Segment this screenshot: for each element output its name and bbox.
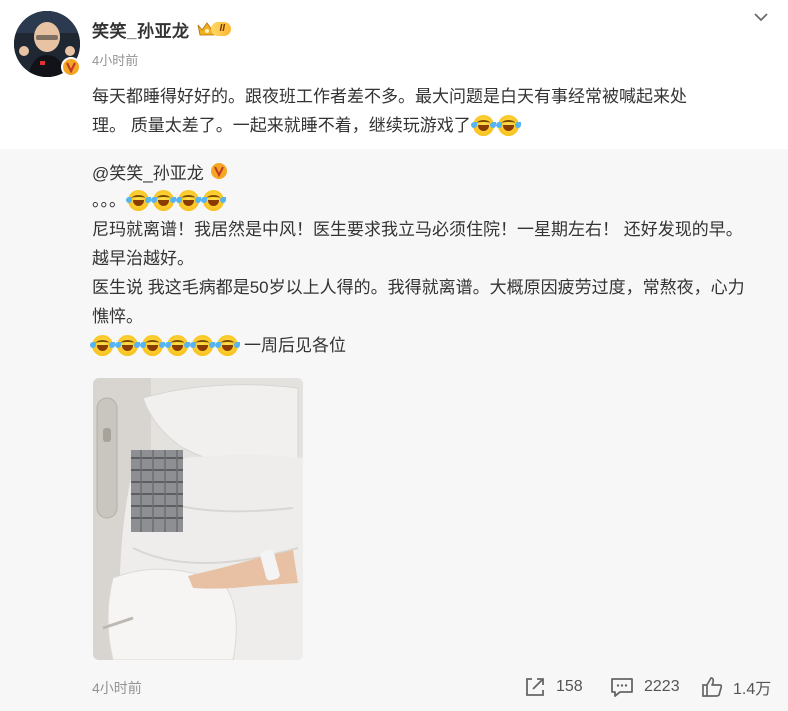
laugh-cry-emoji: [140, 335, 165, 356]
repost-time[interactable]: 4小时前: [92, 678, 142, 698]
author-row: 笑笑_孙亚龙 II: [92, 16, 232, 42]
vip-level: II: [211, 22, 232, 36]
laugh-cry-emoji: [190, 335, 215, 356]
post-time[interactable]: 4小时前: [92, 50, 138, 69]
repost-text-line: 憔悴。: [92, 307, 143, 326]
comment-button[interactable]: 2223: [610, 674, 680, 700]
repost-verified-icon: [210, 162, 228, 180]
comment-count: 2223: [644, 678, 680, 695]
post-text: 理。 质量太差了。一起来就睡不着，继续玩游戏了: [92, 115, 471, 135]
weibo-post: 笑笑_孙亚龙 II 4小时前 每天都睡得好好的。跟夜班工作者差不多。最大问题是白…: [0, 0, 788, 711]
laugh-cry-emoji: [176, 190, 201, 211]
author-avatar[interactable]: [14, 11, 81, 77]
like-icon: [702, 677, 723, 697]
repost-count: 158: [556, 678, 583, 695]
like-count: 1.4万: [733, 681, 772, 698]
verified-icon: [61, 57, 81, 77]
like-button[interactable]: 1.4万: [701, 674, 771, 700]
laugh-cry-emoji: [215, 335, 240, 356]
laugh-cry-emoji: [126, 190, 151, 211]
laugh-cry-emoji: [115, 335, 140, 356]
laugh-cry-emoji: [151, 190, 176, 211]
repost-icon: [526, 678, 544, 696]
post-footer: 4小时前 158 2223 1.4万: [0, 664, 788, 711]
repost-text-line: 尼玛就离谱！我居然是中风！医生要求我立马必须住院！一星期左右！ 还好发现的早。: [92, 220, 743, 239]
laugh-cry-emoji: [90, 335, 115, 356]
repost-line-emojis-end: 一周后见各位: [90, 331, 772, 360]
repost-line-emojis: 。。。: [92, 186, 772, 215]
comment-icon: [611, 678, 633, 697]
repost-author-link[interactable]: @笑笑_孙亚龙: [92, 159, 204, 184]
repost-text-line: 越早治越好。: [92, 249, 194, 268]
more-chevron-icon[interactable]: [750, 8, 772, 26]
post-text-line-with-emoji: 理。 质量太差了。一起来就睡不着，继续玩游戏了: [92, 111, 762, 140]
repost-author-row: @笑笑_孙亚龙: [92, 158, 228, 184]
laugh-cry-emoji: [201, 190, 226, 211]
laugh-cry-emoji: [495, 115, 521, 136]
repost-body: 。。。 尼玛就离谱！我居然是中风！医生要求我立马必须住院！一星期左右！ 还好发现…: [90, 186, 772, 360]
repost-closing-text: 一周后见各位: [244, 336, 346, 355]
repost-dots: 。。。: [92, 191, 126, 210]
repost-button[interactable]: 158: [524, 674, 583, 700]
hospital-bed-photo[interactable]: [93, 378, 303, 660]
laugh-cry-emoji: [470, 115, 496, 136]
post-body: 每天都睡得好好的。跟夜班工作者差不多。最大问题是白天有事经常被喊起来处 理。 质…: [92, 82, 762, 140]
post-text-line: 每天都睡得好好的。跟夜班工作者差不多。最大问题是白天有事经常被喊起来处: [92, 86, 687, 106]
author-name[interactable]: 笑笑_孙亚龙: [92, 17, 189, 42]
laugh-cry-emoji: [165, 335, 190, 356]
repost-text-line: 医生说 我这毛病都是50岁以上人得的。我得就离谱。大概原因疲劳过度，常熬夜，心力: [92, 278, 745, 297]
vip-badge[interactable]: II: [197, 21, 232, 37]
